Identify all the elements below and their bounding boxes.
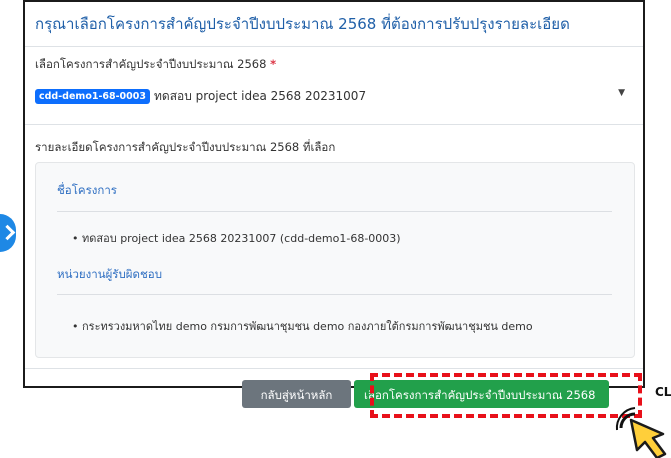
footer-divider xyxy=(25,368,643,369)
back-to-main-button[interactable]: กลับสู่หน้าหลัก xyxy=(242,380,351,408)
divider xyxy=(25,124,643,125)
modal-title: กรุณาเลือกโครงการสำคัญประจำปีงบประมาณ 25… xyxy=(35,15,570,33)
required-mark: * xyxy=(270,57,277,71)
project-detail-card: ชื่อโครงการ ทดสอบ project idea 2568 2023… xyxy=(35,162,635,358)
project-name-item: ทดสอบ project idea 2568 20231007 (cdd-de… xyxy=(72,229,401,247)
click-highlight-box xyxy=(370,373,642,418)
project-select-label-text: เลือกโครงการสำคัญประจำปีงบประมาณ 2568 xyxy=(35,57,267,71)
select-project-modal: กรุณาเลือกโครงการสำคัญประจำปีงบประมาณ 25… xyxy=(23,0,645,388)
section-title-agency: หน่วยงานผู้รับผิดชอบ xyxy=(57,267,163,281)
click-label: CLICK xyxy=(655,385,671,399)
modal-header: กรุณาเลือกโครงการสำคัญประจำปีงบประมาณ 25… xyxy=(25,2,643,47)
detail-heading: รายละเอียดโครงการสำคัญประจำปีงบประมาณ 25… xyxy=(35,140,336,154)
project-select-label: เลือกโครงการสำคัญประจำปีงบประมาณ 2568 * xyxy=(35,56,276,74)
project-select[interactable]: cdd-demo1-68-0003 ทดสอบ project idea 256… xyxy=(35,84,633,108)
side-arrow-icon xyxy=(0,214,16,252)
pointer-hand-icon xyxy=(615,407,667,458)
section-divider xyxy=(57,211,612,212)
section-title-project-name: ชื่อโครงการ xyxy=(57,183,117,197)
agency-item: กระทรวงมหาดไทย demo กรมการพัฒนาชุมชน dem… xyxy=(72,317,533,335)
section-divider xyxy=(57,294,612,295)
project-code-badge: cdd-demo1-68-0003 xyxy=(35,88,151,104)
project-select-value: ทดสอบ project idea 2568 20231007 xyxy=(154,88,367,103)
chevron-down-icon[interactable]: ▼ xyxy=(618,88,625,98)
